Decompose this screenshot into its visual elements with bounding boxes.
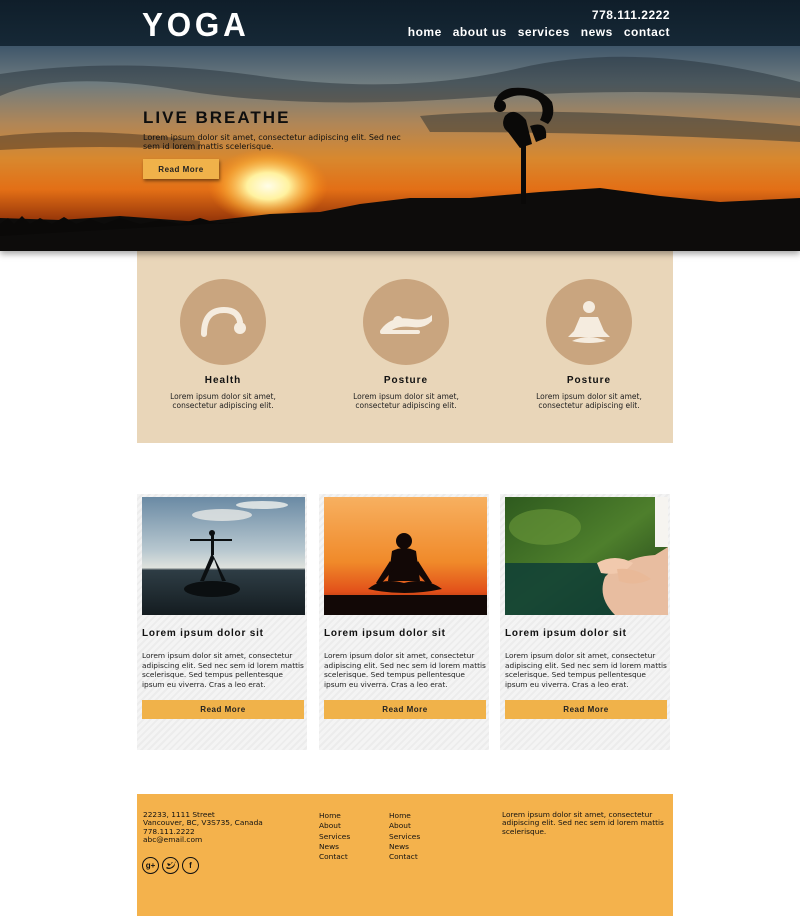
twitter-icon[interactable] <box>162 857 179 874</box>
feature-text: Lorem ipsum dolor sit amet, consectetur … <box>170 392 276 410</box>
card-title: Lorem ipsum dolor sit <box>324 628 446 639</box>
feature-text: Lorem ipsum dolor sit amet, consectetur … <box>353 392 459 410</box>
card-read-more-button[interactable]: Read More <box>324 700 486 719</box>
card-read-more-button[interactable]: Read More <box>505 700 667 719</box>
nav-home[interactable]: home <box>408 25 442 39</box>
nav-news[interactable]: news <box>581 25 613 39</box>
card-3: Lorem ipsum dolor sit Lorem ipsum dolor … <box>500 494 670 750</box>
google-plus-icon[interactable]: g+ <box>142 857 159 874</box>
feature-health: Health Lorem ipsum dolor sit amet, conse… <box>153 279 293 410</box>
footer-email[interactable]: abc@email.com <box>143 835 263 844</box>
hero-title: LIVE BREATHE <box>143 108 291 127</box>
features-section: Health Lorem ipsum dolor sit amet, conse… <box>137 251 673 443</box>
footer-link-news[interactable]: News <box>319 842 350 852</box>
footer-links-col-2: Home About Services News Contact <box>389 811 420 862</box>
card-1: Lorem ipsum dolor sit Lorem ipsum dolor … <box>137 494 307 750</box>
footer-links-col-1: Home About Services News Contact <box>319 811 350 862</box>
top-bar: YOGA 778.111.2222 home about us services… <box>0 0 800 46</box>
card-text: Lorem ipsum dolor sit amet, consectetur … <box>324 651 486 689</box>
card-photo-lotus-hands <box>505 497 668 615</box>
card-title: Lorem ipsum dolor sit <box>142 628 264 639</box>
card-read-more-button[interactable]: Read More <box>142 700 304 719</box>
posture-icon <box>363 279 449 365</box>
hero-banner: LIVE BREATHE Lorem ipsum dolor sit amet,… <box>0 46 800 251</box>
hero-text: Lorem ipsum dolor sit amet, consectetur … <box>143 133 401 151</box>
footer-link-services[interactable]: Services <box>319 832 350 842</box>
nav-services[interactable]: services <box>518 25 570 39</box>
footer-link-services[interactable]: Services <box>389 832 420 842</box>
phone-number: 778.111.2222 <box>591 8 670 22</box>
meditation-icon <box>546 279 632 365</box>
footer-blurb: Lorem ipsum dolor sit amet, consectetur … <box>502 810 664 836</box>
card-text: Lorem ipsum dolor sit amet, consectetur … <box>142 651 304 689</box>
card-title: Lorem ipsum dolor sit <box>505 628 627 639</box>
facebook-icon[interactable]: f <box>182 857 199 874</box>
hero-read-more-button[interactable]: Read More <box>143 159 219 179</box>
footer-address: 22233, 1111 Street Vancouver, BC, V3S735… <box>143 810 263 844</box>
card-photo-sunset-meditation <box>324 497 487 615</box>
nav-contact[interactable]: contact <box>624 25 670 39</box>
footer-link-contact[interactable]: Contact <box>319 852 350 862</box>
health-icon <box>180 279 266 365</box>
main-nav: home about us services news contact <box>408 25 670 39</box>
footer-link-about[interactable]: About <box>319 821 350 831</box>
feature-title: Posture <box>383 375 429 386</box>
feature-posture: Posture Lorem ipsum dolor sit amet, cons… <box>336 279 476 410</box>
site-logo[interactable]: YOGA <box>142 6 250 44</box>
feature-text: Lorem ipsum dolor sit amet, consectetur … <box>536 392 642 410</box>
feature-meditation: Posture Lorem ipsum dolor sit amet, cons… <box>519 279 659 410</box>
site-footer: 22233, 1111 Street Vancouver, BC, V3S735… <box>137 794 673 916</box>
footer-link-contact[interactable]: Contact <box>389 852 420 862</box>
card-photo-beach-pose <box>142 497 305 615</box>
social-links: g+ f <box>142 857 199 874</box>
footer-link-home[interactable]: Home <box>319 811 350 821</box>
footer-link-news[interactable]: News <box>389 842 420 852</box>
footer-link-about[interactable]: About <box>389 821 420 831</box>
card-2: Lorem ipsum dolor sit Lorem ipsum dolor … <box>319 494 489 750</box>
footer-link-home[interactable]: Home <box>389 811 420 821</box>
feature-title: Health <box>204 375 242 386</box>
card-text: Lorem ipsum dolor sit amet, consectetur … <box>505 651 667 689</box>
nav-about-us[interactable]: about us <box>453 25 507 39</box>
feature-title: Posture <box>566 375 612 386</box>
